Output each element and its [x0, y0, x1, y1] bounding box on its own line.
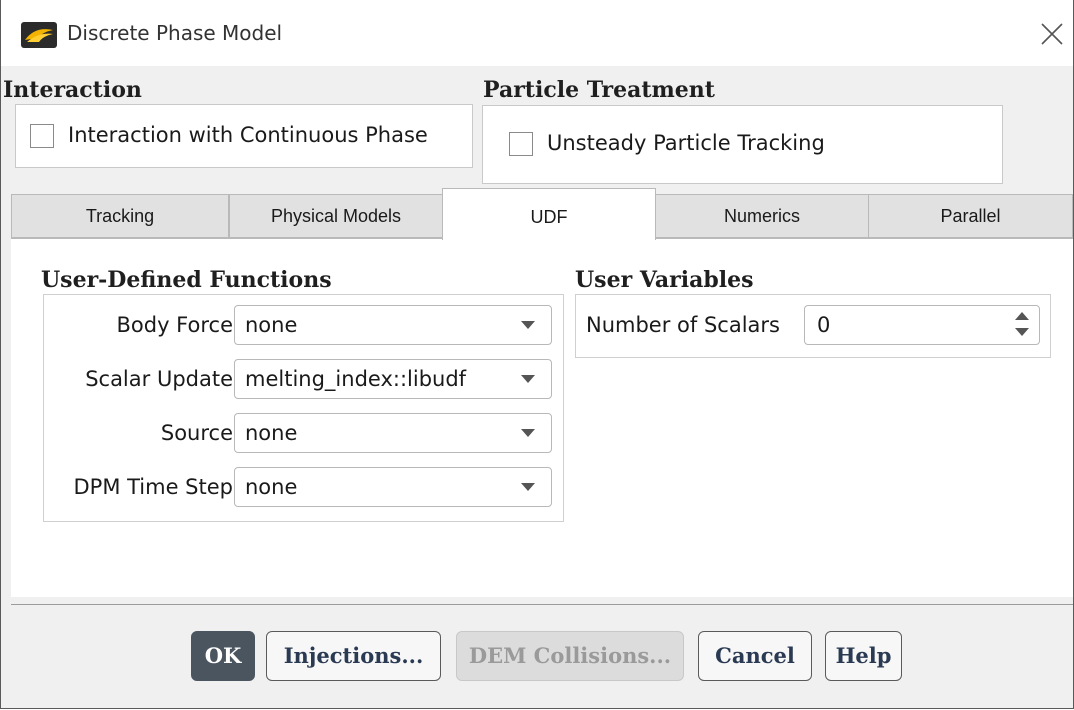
dpm-time-step-label: DPM Time Step — [73, 475, 233, 499]
tab-physical-models[interactable]: Physical Models — [229, 194, 443, 238]
tab-bar: Tracking Physical Models UDF Numerics Pa… — [11, 188, 1073, 240]
spin-up-icon[interactable] — [1015, 312, 1029, 320]
chevron-down-icon — [521, 483, 535, 491]
interaction-heading: Interaction — [3, 77, 142, 103]
number-of-scalars-value: 0 — [817, 313, 831, 337]
number-of-scalars-spinner[interactable]: 0 — [804, 305, 1040, 345]
chevron-down-icon — [521, 375, 535, 383]
user-defined-functions-group: Body Force none Scalar Update melting_in… — [43, 294, 564, 522]
user-defined-functions-heading: User-Defined Functions — [41, 267, 332, 293]
dem-collisions-button: DEM Collisions... — [456, 631, 684, 681]
close-icon[interactable] — [1037, 16, 1067, 50]
particle-treatment-heading: Particle Treatment — [483, 77, 715, 103]
injections-button[interactable]: Injections... — [266, 631, 441, 681]
body-force-value: none — [245, 313, 298, 337]
dpm-time-step-select[interactable]: none — [234, 467, 552, 507]
tab-numerics[interactable]: Numerics — [655, 194, 869, 238]
source-label: Source — [160, 421, 233, 445]
body-force-label: Body Force — [116, 313, 233, 337]
help-button[interactable]: Help — [825, 631, 902, 681]
number-of-scalars-label: Number of Scalars — [586, 313, 780, 337]
ok-button[interactable]: OK — [191, 631, 255, 681]
body-force-select[interactable]: none — [234, 305, 552, 345]
source-value: none — [245, 421, 298, 445]
user-variables-group: Number of Scalars 0 — [575, 294, 1051, 358]
scalar-update-select[interactable]: melting_index::libudf — [234, 359, 552, 399]
divider — [11, 604, 1073, 605]
ansys-fluent-icon — [21, 22, 57, 48]
user-variables-heading: User Variables — [575, 267, 754, 293]
unsteady-particle-tracking-checkbox[interactable] — [509, 132, 533, 156]
tab-udf[interactable]: UDF — [442, 188, 656, 240]
spin-down-icon[interactable] — [1015, 328, 1029, 336]
source-select[interactable]: none — [234, 413, 552, 453]
interaction-group: Interaction with Continuous Phase — [15, 104, 473, 168]
chevron-down-icon — [521, 429, 535, 437]
tab-parallel[interactable]: Parallel — [868, 194, 1073, 238]
interaction-continuous-phase-label: Interaction with Continuous Phase — [68, 123, 428, 147]
dpm-time-step-value: none — [245, 475, 298, 499]
udf-panel: User-Defined Functions Body Force none S… — [11, 238, 1073, 597]
tab-tracking[interactable]: Tracking — [11, 194, 229, 238]
cancel-button[interactable]: Cancel — [698, 631, 812, 681]
window-title: Discrete Phase Model — [67, 21, 283, 45]
unsteady-particle-tracking-label: Unsteady Particle Tracking — [547, 131, 825, 155]
scalar-update-value: melting_index::libudf — [245, 367, 467, 391]
title-bar: Discrete Phase Model — [1, 0, 1073, 66]
scalar-update-label: Scalar Update — [85, 367, 233, 391]
interaction-continuous-phase-checkbox[interactable] — [30, 124, 54, 148]
chevron-down-icon — [521, 321, 535, 329]
particle-treatment-group: Unsteady Particle Tracking — [482, 105, 1003, 184]
discrete-phase-model-dialog: Discrete Phase Model Interaction Interac… — [0, 0, 1074, 709]
